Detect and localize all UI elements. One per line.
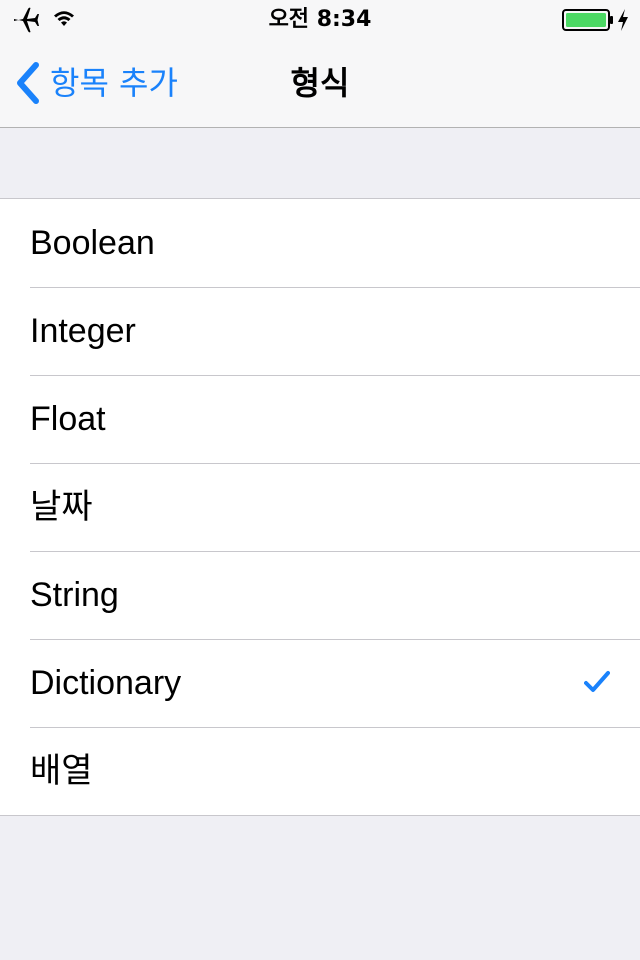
list-item-label: String bbox=[30, 576, 119, 614]
list-item-dictionary[interactable]: Dictionary bbox=[0, 639, 640, 727]
charging-bolt-icon bbox=[618, 9, 628, 31]
screen: 오전 8:34 항목 추가 형식 Boolean Integer Float 날… bbox=[0, 0, 640, 960]
list-item-label: Float bbox=[30, 400, 106, 438]
list-item-integer[interactable]: Integer bbox=[0, 287, 640, 375]
list-item-array[interactable]: 배열 bbox=[0, 727, 640, 815]
list-item-label: Integer bbox=[30, 312, 136, 350]
status-time: 오전 8:34 bbox=[268, 7, 372, 32]
navigation-bar: 항목 추가 형식 bbox=[0, 40, 640, 128]
status-bar: 오전 8:34 bbox=[0, 0, 640, 40]
top-bar: 오전 8:34 항목 추가 형식 bbox=[0, 0, 640, 128]
list-item-boolean[interactable]: Boolean bbox=[0, 199, 640, 287]
list-item-label: Boolean bbox=[30, 224, 155, 262]
list-item-label: Dictionary bbox=[30, 664, 182, 702]
checkmark-icon bbox=[584, 671, 610, 692]
list-item-label: 배열 bbox=[30, 752, 93, 790]
list-item-label: 날짜 bbox=[30, 488, 93, 526]
page-title: 형식 bbox=[290, 64, 350, 102]
list-item-float[interactable]: Float bbox=[0, 375, 640, 463]
list-item-string[interactable]: String bbox=[0, 551, 640, 639]
list-item-date[interactable]: 날짜 bbox=[0, 463, 640, 551]
battery-icon bbox=[562, 9, 613, 31]
type-list: Boolean Integer Float 날짜 String Dictiona… bbox=[0, 198, 640, 816]
